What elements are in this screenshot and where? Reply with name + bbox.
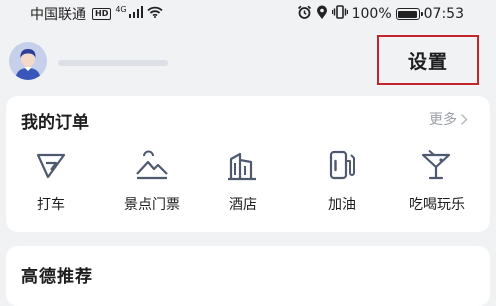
status-bar-left: 中国联通 HD 4G [30, 4, 163, 24]
service-label: 景点门票 [124, 197, 180, 213]
user-avatar-icon [9, 42, 47, 80]
wifi-icon [147, 6, 163, 22]
signal-icon [128, 6, 143, 22]
hotel-icon [226, 148, 260, 182]
scenic-ticket-icon [135, 148, 169, 182]
service-label: 打车 [37, 197, 65, 213]
battery-percent: 100% [351, 6, 392, 22]
settings-button[interactable]: 设置 [377, 35, 479, 85]
vibrate-icon [331, 5, 348, 23]
username-placeholder [58, 60, 168, 66]
orders-card: 我的订单 更多 打车 景点门票 酒店 加油 吃喝玩乐 [6, 96, 490, 232]
service-fuel[interactable]: 加油 [297, 148, 387, 214]
alarm-icon [297, 5, 312, 24]
taxi-icon [34, 148, 68, 182]
status-bar-right: 100% 07:53 [297, 5, 464, 24]
profile-header: 设置 [0, 28, 496, 92]
service-scenic-tickets[interactable]: 景点门票 [107, 148, 197, 214]
order-services: 打车 景点门票 酒店 加油 吃喝玩乐 [6, 148, 490, 224]
recommend-title: 高德推荐 [21, 267, 93, 287]
service-entertainment[interactable]: 吃喝玩乐 [392, 148, 482, 214]
battery-icon [395, 8, 423, 20]
service-label: 吃喝玩乐 [409, 197, 465, 213]
network-type: 4G [115, 5, 127, 14]
fuel-pump-icon [325, 148, 359, 182]
avatar[interactable] [9, 42, 47, 80]
service-label: 加油 [328, 197, 356, 213]
recommend-card: 高德推荐 [6, 246, 490, 306]
status-bar: 中国联通 HD 4G 100% 07:53 [0, 0, 496, 28]
service-label: 酒店 [229, 197, 257, 213]
carrier-name: 中国联通 [30, 7, 86, 23]
cocktail-icon [420, 148, 454, 182]
service-taxi[interactable]: 打车 [6, 148, 96, 214]
location-icon [316, 5, 328, 24]
clock-time: 07:53 [423, 6, 464, 22]
service-hotel[interactable]: 酒店 [198, 148, 288, 214]
more-link[interactable]: 更多 [429, 109, 468, 129]
orders-title: 我的订单 [21, 113, 89, 133]
hd-badge: HD [92, 8, 112, 20]
more-label: 更多 [429, 112, 457, 128]
chevron-right-icon [461, 113, 468, 125]
